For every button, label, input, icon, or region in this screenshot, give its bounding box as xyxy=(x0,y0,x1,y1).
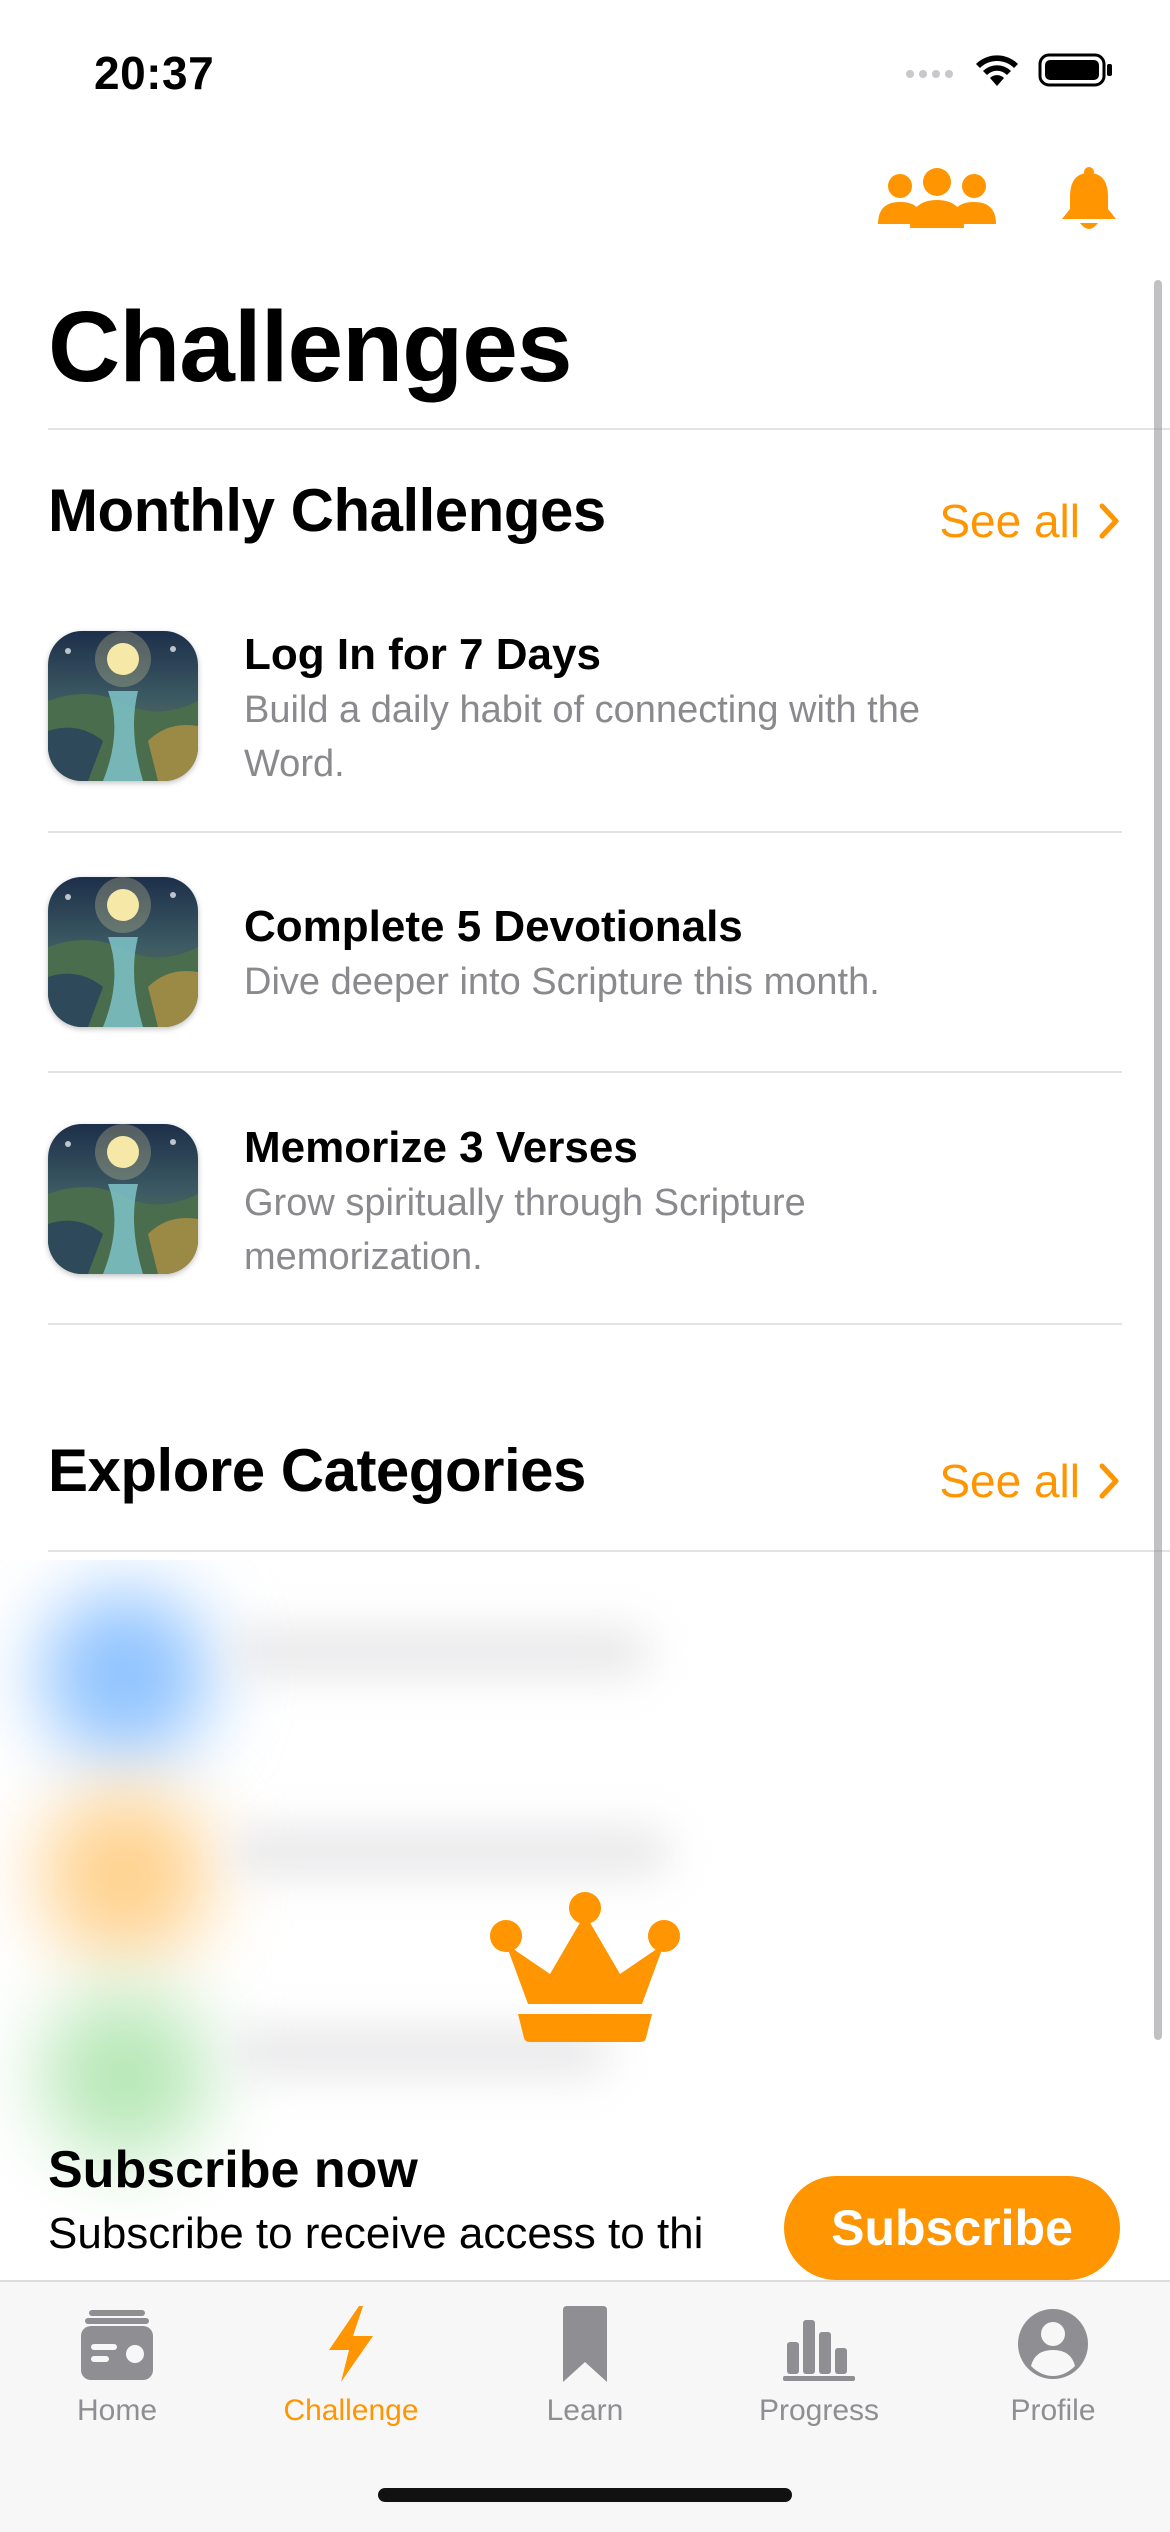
see-all-label: See all xyxy=(939,495,1080,547)
title-divider xyxy=(48,428,1170,430)
challenge-description: Build a daily habit of connecting with t… xyxy=(244,689,920,785)
challenge-thumbnail xyxy=(48,1124,198,1274)
tab-label: Learn xyxy=(546,2394,624,2427)
page-title: Challenges xyxy=(48,291,572,403)
see-all-label: See all xyxy=(939,1455,1080,1507)
tab-challenge[interactable]: Challenge xyxy=(234,2304,468,2428)
tab-label: Home xyxy=(76,2394,158,2427)
scroll-indicator[interactable] xyxy=(1154,280,1162,2040)
subscribe-title: Subscribe now xyxy=(48,2141,418,2199)
bookmark-icon xyxy=(563,2306,607,2382)
tab-progress[interactable]: Progress xyxy=(702,2304,936,2428)
status-bar: 20:37 xyxy=(0,0,1170,140)
home-indicator[interactable] xyxy=(378,2488,792,2502)
monthly-see-all-link[interactable]: See all xyxy=(939,494,1120,548)
challenge-description: Grow spiritually through Scripture memor… xyxy=(244,1182,806,1278)
status-icons xyxy=(904,52,1114,88)
row-divider xyxy=(48,1323,1122,1325)
subscribe-description: Subscribe to receive access to thi xyxy=(48,2209,704,2258)
challenge-title: Memorize 3 Verses xyxy=(244,1123,638,1172)
wifi-icon xyxy=(976,55,1018,86)
challenge-row-devotionals[interactable]: Complete 5 Devotionals Dive deeper into … xyxy=(48,877,1122,1027)
challenge-thumbnail xyxy=(48,877,198,1027)
tab-label: Progress xyxy=(758,2394,880,2427)
explore-divider xyxy=(48,1550,1170,1552)
challenge-thumbnail xyxy=(48,631,198,781)
challenge-row-memorize[interactable]: Memorize 3 Verses Grow spiritually throu… xyxy=(48,1123,1122,1284)
status-time: 20:37 xyxy=(94,47,215,99)
chevron-right-icon xyxy=(1099,503,1119,539)
tab-home[interactable]: Home xyxy=(0,2304,234,2428)
friends-group-icon[interactable] xyxy=(876,168,998,232)
monthly-challenges-title: Monthly Challenges xyxy=(48,477,606,544)
row-divider xyxy=(48,1071,1122,1073)
subscribe-button[interactable]: Subscribe xyxy=(784,2176,1120,2280)
bolt-icon xyxy=(329,2306,373,2382)
tab-label: Challenge xyxy=(283,2394,419,2427)
tab-label: Profile xyxy=(1010,2394,1096,2427)
explore-categories-title: Explore Categories xyxy=(48,1437,586,1504)
challenge-description: Dive deeper into Scripture this month. xyxy=(244,961,880,1003)
row-divider xyxy=(48,831,1122,833)
challenge-title: Log In for 7 Days xyxy=(244,630,601,679)
tab-learn[interactable]: Learn xyxy=(468,2304,702,2428)
tab-profile[interactable]: Profile xyxy=(936,2304,1170,2428)
challenge-row-login[interactable]: Log In for 7 Days Build a daily habit of… xyxy=(48,630,1122,791)
challenge-title: Complete 5 Devotionals xyxy=(244,902,743,951)
home-card-icon xyxy=(81,2310,153,2380)
person-circle-icon xyxy=(1018,2309,1088,2379)
bar-chart-icon xyxy=(783,2320,855,2381)
explore-see-all-link[interactable]: See all xyxy=(939,1454,1120,1508)
top-actions xyxy=(876,165,1120,235)
chevron-right-icon xyxy=(1099,1463,1119,1499)
crown-icon xyxy=(490,1892,680,2042)
battery-icon xyxy=(1038,53,1112,87)
bell-icon[interactable] xyxy=(1058,165,1120,235)
cellular-signal-icon xyxy=(906,70,953,78)
